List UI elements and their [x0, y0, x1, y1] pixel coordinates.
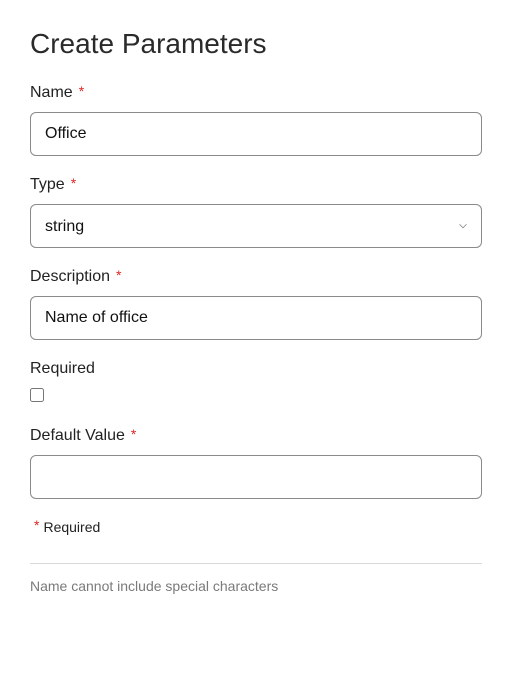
- page-title: Create Parameters: [30, 28, 482, 60]
- name-input[interactable]: [30, 112, 482, 156]
- description-label: Description *: [30, 268, 482, 286]
- description-field: Description *: [30, 268, 482, 340]
- required-star-icon: *: [34, 517, 39, 533]
- type-field: Type * string: [30, 176, 482, 248]
- divider: [30, 563, 482, 564]
- type-label-text: Type: [30, 176, 65, 194]
- required-star-icon: *: [79, 83, 84, 99]
- required-star-icon: *: [116, 267, 121, 283]
- default-value-input[interactable]: [30, 455, 482, 499]
- type-select[interactable]: string: [30, 204, 482, 248]
- required-checkbox[interactable]: [30, 388, 44, 402]
- required-star-icon: *: [71, 175, 76, 191]
- name-label: Name *: [30, 84, 482, 102]
- name-field: Name *: [30, 84, 482, 156]
- required-field: Required: [30, 360, 482, 407]
- required-label: Required: [30, 360, 482, 378]
- name-label-text: Name: [30, 84, 73, 102]
- name-hint: Name cannot include special characters: [30, 578, 482, 594]
- type-label: Type *: [30, 176, 482, 194]
- required-legend: *Required: [30, 519, 482, 535]
- description-label-text: Description: [30, 268, 110, 286]
- required-legend-text: Required: [43, 519, 100, 535]
- default-value-label: Default Value *: [30, 427, 482, 445]
- description-input[interactable]: [30, 296, 482, 340]
- default-value-field: Default Value *: [30, 427, 482, 499]
- required-star-icon: *: [131, 426, 136, 442]
- default-value-label-text: Default Value: [30, 427, 125, 445]
- required-label-text: Required: [30, 360, 95, 378]
